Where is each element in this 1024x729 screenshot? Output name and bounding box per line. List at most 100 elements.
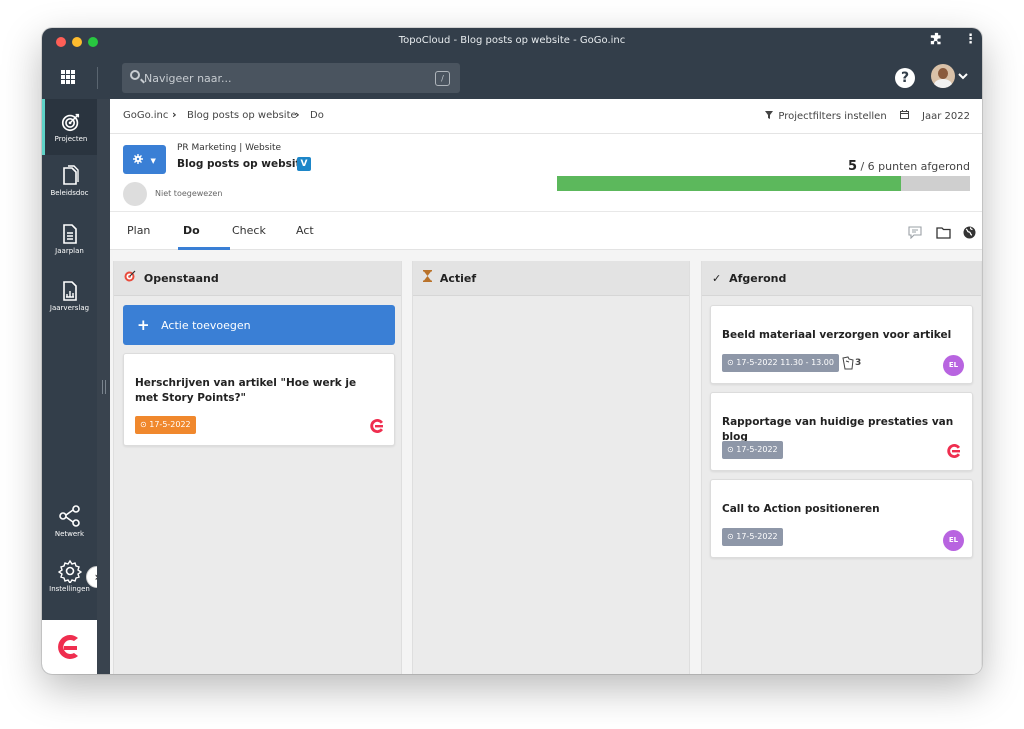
sidebar-item-jaarverslag[interactable]: Jaarverslag <box>42 280 97 312</box>
action-card[interactable]: Rapportage van huidige prestaties van bl… <box>710 392 973 471</box>
chart-document-icon <box>62 281 77 301</box>
project-filters-label: Projectfilters instellen <box>778 111 887 122</box>
year-selector[interactable]: Jaar 2022 <box>899 110 970 122</box>
sidebar-item-label: Jaarverslag <box>49 304 90 312</box>
tab-bar: Plan Do Check Act <box>110 212 982 250</box>
search-input[interactable] <box>144 69 424 87</box>
gogo-logo-icon <box>947 444 960 458</box>
due-date-badge: ⊙ 17-5-2022 <box>722 528 783 546</box>
progress-bar <box>557 176 970 191</box>
comments-icon[interactable] <box>908 224 922 243</box>
chevron-right-icon: › <box>295 108 300 121</box>
sidebar-item-netwerk[interactable]: Netwerk <box>42 504 97 538</box>
sidebar-item-label: Beleidsdoc <box>50 189 89 197</box>
column-title: Openstaand <box>143 272 219 285</box>
year-label: Jaar 2022 <box>922 111 970 122</box>
target-icon <box>124 261 136 296</box>
tab-do[interactable]: Do <box>183 224 200 237</box>
checkmark-icon: ✓ <box>712 272 722 285</box>
filter-icon <box>765 111 774 119</box>
main-content: GoGo.inc › Blog posts op website › Do Pr… <box>110 99 982 674</box>
project-header: ▼ PR Marketing | Website Blog posts op w… <box>110 134 982 212</box>
sidebar-item-projecten[interactable]: Projecten <box>42 99 97 155</box>
tab-act[interactable]: Act <box>296 224 314 237</box>
column-afgerond: ✓ Afgerond Beeld materiaal verzorgen voo… <box>701 261 982 674</box>
apps-grid-icon[interactable] <box>61 70 75 84</box>
action-card[interactable]: Call to Action positioneren ⊙ 17-5-2022 … <box>710 479 973 558</box>
hourglass-icon <box>423 261 432 296</box>
project-category: PR Marketing | Website <box>177 143 282 153</box>
gear-icon <box>57 559 82 583</box>
title-bar: TopoCloud - Blog posts op website - GoGo… <box>42 28 982 56</box>
breadcrumb: GoGo.inc › Blog posts op website › Do Pr… <box>110 99 982 134</box>
card-title: Herschrijven van artikel "Hoe werk je me… <box>135 377 357 404</box>
action-card[interactable]: Herschrijven van artikel "Hoe werk je me… <box>123 353 395 446</box>
column-header: Actief <box>413 261 689 296</box>
due-date-badge: ⊙ 17-5-2022 <box>722 441 783 459</box>
sidebar-item-jaarplan[interactable]: Jaarplan <box>42 223 97 255</box>
progress-fill <box>557 176 902 191</box>
column-title: Actief <box>439 272 477 285</box>
column-header: Openstaand <box>114 261 401 296</box>
project-title: Blog posts op website <box>177 158 308 170</box>
list-document-icon <box>62 224 77 244</box>
chevron-down-icon[interactable] <box>958 72 968 83</box>
divider <box>97 67 98 89</box>
calendar-icon <box>899 110 909 119</box>
gogo-logo-icon <box>370 419 383 433</box>
project-badge: V <box>297 157 311 171</box>
chevron-right-icon: › <box>172 108 177 121</box>
share-icon <box>58 505 80 527</box>
card-title: Beeld materiaal verzorgen voor artikel <box>722 329 952 341</box>
plus-icon: + <box>137 316 150 334</box>
breadcrumb-item-organization[interactable]: GoGo.inc <box>123 110 168 121</box>
assignee-avatar[interactable]: EL <box>943 355 964 376</box>
points-done: 5 <box>847 159 857 174</box>
breadcrumb-item-current: Do <box>310 110 324 121</box>
tab-plan[interactable]: Plan <box>127 224 150 237</box>
attachment-icon <box>842 356 854 370</box>
resize-handle-icon[interactable] <box>102 380 106 394</box>
more-options-icon[interactable]: ⋮ <box>964 32 977 47</box>
assignee-avatar[interactable] <box>123 182 147 206</box>
search-bar[interactable]: / <box>122 63 460 93</box>
target-icon <box>61 113 80 132</box>
sidebar-item-label: Instellingen <box>49 585 90 593</box>
gear-icon <box>133 154 144 164</box>
attachment-count: 3 <box>855 358 862 368</box>
tab-check[interactable]: Check <box>232 224 266 237</box>
active-tab-indicator <box>178 247 230 250</box>
column-openstaand: Openstaand + Actie toevoegen Herschrijve… <box>113 261 402 674</box>
folder-icon[interactable] <box>936 224 951 243</box>
column-title: Afgerond <box>729 272 787 285</box>
add-action-button[interactable]: + Actie toevoegen <box>123 305 395 345</box>
top-bar: / ? <box>42 56 982 99</box>
card-title: Call to Action positioneren <box>722 503 880 515</box>
sidebar: Projecten Beleidsdoc Jaarplan Jaarversla… <box>42 99 97 674</box>
help-icon[interactable]: ? <box>895 68 915 88</box>
search-icon <box>130 70 140 80</box>
app-window: TopoCloud - Blog posts op website - GoGo… <box>42 28 982 674</box>
sidebar-item-label: Jaarplan <box>55 247 84 255</box>
column-header: ✓ Afgerond <box>702 261 981 296</box>
filter-controls: Projectfilters instellen Jaar 2022 <box>755 110 970 122</box>
breadcrumb-item-project[interactable]: Blog posts op website <box>187 110 297 121</box>
extensions-icon[interactable] <box>930 32 943 49</box>
window-title: TopoCloud - Blog posts op website - GoGo… <box>398 35 626 46</box>
sidebar-item-label: Projecten <box>54 135 88 143</box>
column-actief: Actief <box>412 261 690 674</box>
brand-logo <box>42 620 97 674</box>
search-shortcut-hint: / <box>435 71 450 86</box>
sidebar-item-beleidsdoc[interactable]: Beleidsdoc <box>42 165 97 197</box>
globe-icon[interactable] <box>963 224 976 243</box>
assignee-label[interactable]: Niet toegewezen <box>155 189 222 198</box>
project-settings-button[interactable]: ▼ <box>123 145 166 174</box>
user-avatar[interactable] <box>931 64 955 88</box>
add-action-label: Actie toevoegen <box>161 319 251 332</box>
due-date-badge: ⊙ 17-5-2022 11.30 - 13.00 <box>722 354 839 372</box>
document-icon <box>62 165 79 185</box>
assignee-avatar[interactable]: EL <box>943 530 964 551</box>
caret-down-icon: ▼ <box>150 157 156 165</box>
action-card[interactable]: Beeld materiaal verzorgen voor artikel ⊙… <box>710 305 973 384</box>
project-filters-button[interactable]: Projectfilters instellen <box>765 111 890 122</box>
